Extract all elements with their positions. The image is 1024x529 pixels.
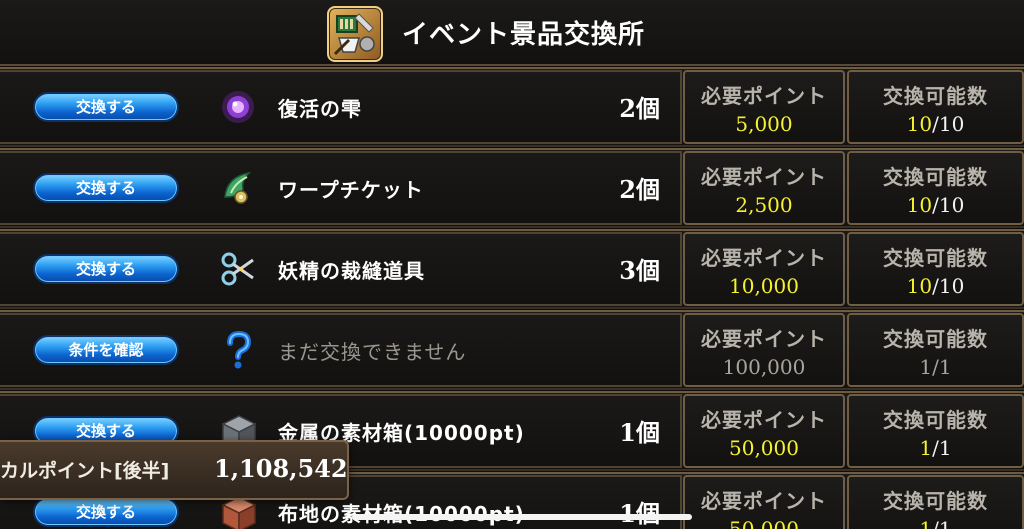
home-indicator[interactable] <box>352 514 692 520</box>
points-required-value: 100,000 <box>722 355 806 379</box>
exchange-button[interactable]: 交換する <box>33 173 179 203</box>
points-required-label: 必要ポイント <box>701 246 827 270</box>
warp-ticket-icon <box>217 167 259 209</box>
points-required-cell: 必要ポイント 50,000 <box>683 394 845 468</box>
points-required-value: 2,500 <box>735 193 793 217</box>
exchange-button[interactable]: 交換する <box>33 254 179 284</box>
max-count: 10 <box>938 112 965 136</box>
count-separator: / <box>932 355 939 379</box>
remaining-count: 10 <box>906 193 933 217</box>
exchange-available-cell: 交換可能数 10/10 <box>847 151 1024 225</box>
item-name: 妖精の裁縫道具 <box>278 259 425 283</box>
page-title: イベント景品交換所 <box>402 20 646 50</box>
total-points-value: 1,108,542 <box>214 454 348 483</box>
item-count: 2個 <box>619 94 660 123</box>
count-separator: / <box>932 193 939 217</box>
points-required-cell: 必要ポイント 100,000 <box>683 313 845 387</box>
exchange-button[interactable]: 交換する <box>33 497 179 527</box>
points-required-cell: 必要ポイント 2,500 <box>683 151 845 225</box>
points-required-value: 10,000 <box>729 274 799 298</box>
count-separator: / <box>932 274 939 298</box>
exchange-available-value: 10/10 <box>849 274 1022 298</box>
points-required-value: 5,000 <box>735 112 793 136</box>
exchange-shop-icon <box>327 6 383 62</box>
item-name: 復活の雫 <box>278 97 362 121</box>
max-count: 1 <box>938 436 952 460</box>
exchange-row: 交換する ワープチケット 2個 必要ポイント 2,500 交換可能数 10/10 <box>0 148 1024 228</box>
points-required-cell: 必要ポイント 5,000 <box>683 70 845 144</box>
remaining-count: 10 <box>906 112 933 136</box>
points-required-label: 必要ポイント <box>701 84 827 108</box>
points-required-label: 必要ポイント <box>701 165 827 189</box>
item-count: 3個 <box>619 256 660 285</box>
total-points-label: カルポイント[後半] <box>0 460 170 482</box>
exchange-available-value: 1/1 <box>849 517 1022 529</box>
item-count: 2個 <box>619 175 660 204</box>
exchange-available-value: 1/1 <box>849 436 1022 460</box>
item-count: 1個 <box>560 494 660 529</box>
points-required-value: 50,000 <box>729 436 799 460</box>
remaining-count: 1 <box>919 436 933 460</box>
scissors-icon <box>217 248 259 290</box>
points-required-cell: 必要ポイント 10,000 <box>683 232 845 306</box>
max-count: 1 <box>938 517 952 529</box>
remaining-count: 1 <box>919 517 933 529</box>
remaining-count: 1 <box>919 355 933 379</box>
exchange-available-label: 交換可能数 <box>883 246 988 270</box>
remaining-count: 10 <box>906 274 933 298</box>
total-points-panel: カルポイント[後半] 1,108,542 <box>0 440 349 500</box>
points-required-label: 必要ポイント <box>701 408 827 432</box>
exchange-row: 交換する 復活の雫 2個 必要ポイント 5,000 交換可能数 10/10 <box>0 67 1024 147</box>
purple-orb-icon <box>217 86 259 128</box>
max-count: 10 <box>938 274 965 298</box>
exchange-button[interactable]: 交換する <box>33 92 179 122</box>
check-conditions-button[interactable]: 条件を確認 <box>33 335 179 365</box>
count-separator: / <box>932 436 939 460</box>
title-bar: イベント景品交換所 <box>0 0 1024 66</box>
exchange-available-value: 1/1 <box>849 355 1022 379</box>
exchange-available-label: 交換可能数 <box>883 84 988 108</box>
question-mark-icon <box>217 329 259 371</box>
points-required-value: 50,000 <box>729 517 799 529</box>
max-count: 1 <box>938 355 952 379</box>
exchange-available-cell: 交換可能数 1/1 <box>847 475 1024 529</box>
exchange-available-value: 10/10 <box>849 112 1022 136</box>
exchange-row: 交換する 妖精の裁縫道具 3個 必要ポイント 10,000 交換可能数 10/1… <box>0 229 1024 309</box>
exchange-available-cell: 交換可能数 1/1 <box>847 313 1024 387</box>
exchange-screen: イベント景品交換所 交換する 復活の雫 2個 必要ポイント 5,000 交換可能… <box>0 0 1024 529</box>
exchange-available-label: 交換可能数 <box>883 327 988 351</box>
max-count: 10 <box>938 193 965 217</box>
exchange-available-value: 10/10 <box>849 193 1022 217</box>
item-count: 1個 <box>619 418 660 447</box>
exchange-available-label: 交換可能数 <box>883 489 988 513</box>
exchange-row-locked: 条件を確認 まだ交換できません 必要ポイント 100,000 交換可能数 1/1 <box>0 310 1024 390</box>
exchange-available-label: 交換可能数 <box>883 165 988 189</box>
points-required-label: 必要ポイント <box>701 489 827 513</box>
item-name: まだ交換できません <box>278 340 467 364</box>
exchange-available-cell: 交換可能数 10/10 <box>847 70 1024 144</box>
count-separator: / <box>932 112 939 136</box>
exchange-available-cell: 交換可能数 1/1 <box>847 394 1024 468</box>
count-separator: / <box>932 517 939 529</box>
points-required-label: 必要ポイント <box>701 327 827 351</box>
exchange-available-label: 交換可能数 <box>883 408 988 432</box>
exchange-available-cell: 交換可能数 10/10 <box>847 232 1024 306</box>
item-name: 布地の素材箱(10000pt) <box>278 498 525 527</box>
points-required-cell: 必要ポイント 50,000 <box>683 475 845 529</box>
item-name: ワープチケット <box>278 178 424 202</box>
